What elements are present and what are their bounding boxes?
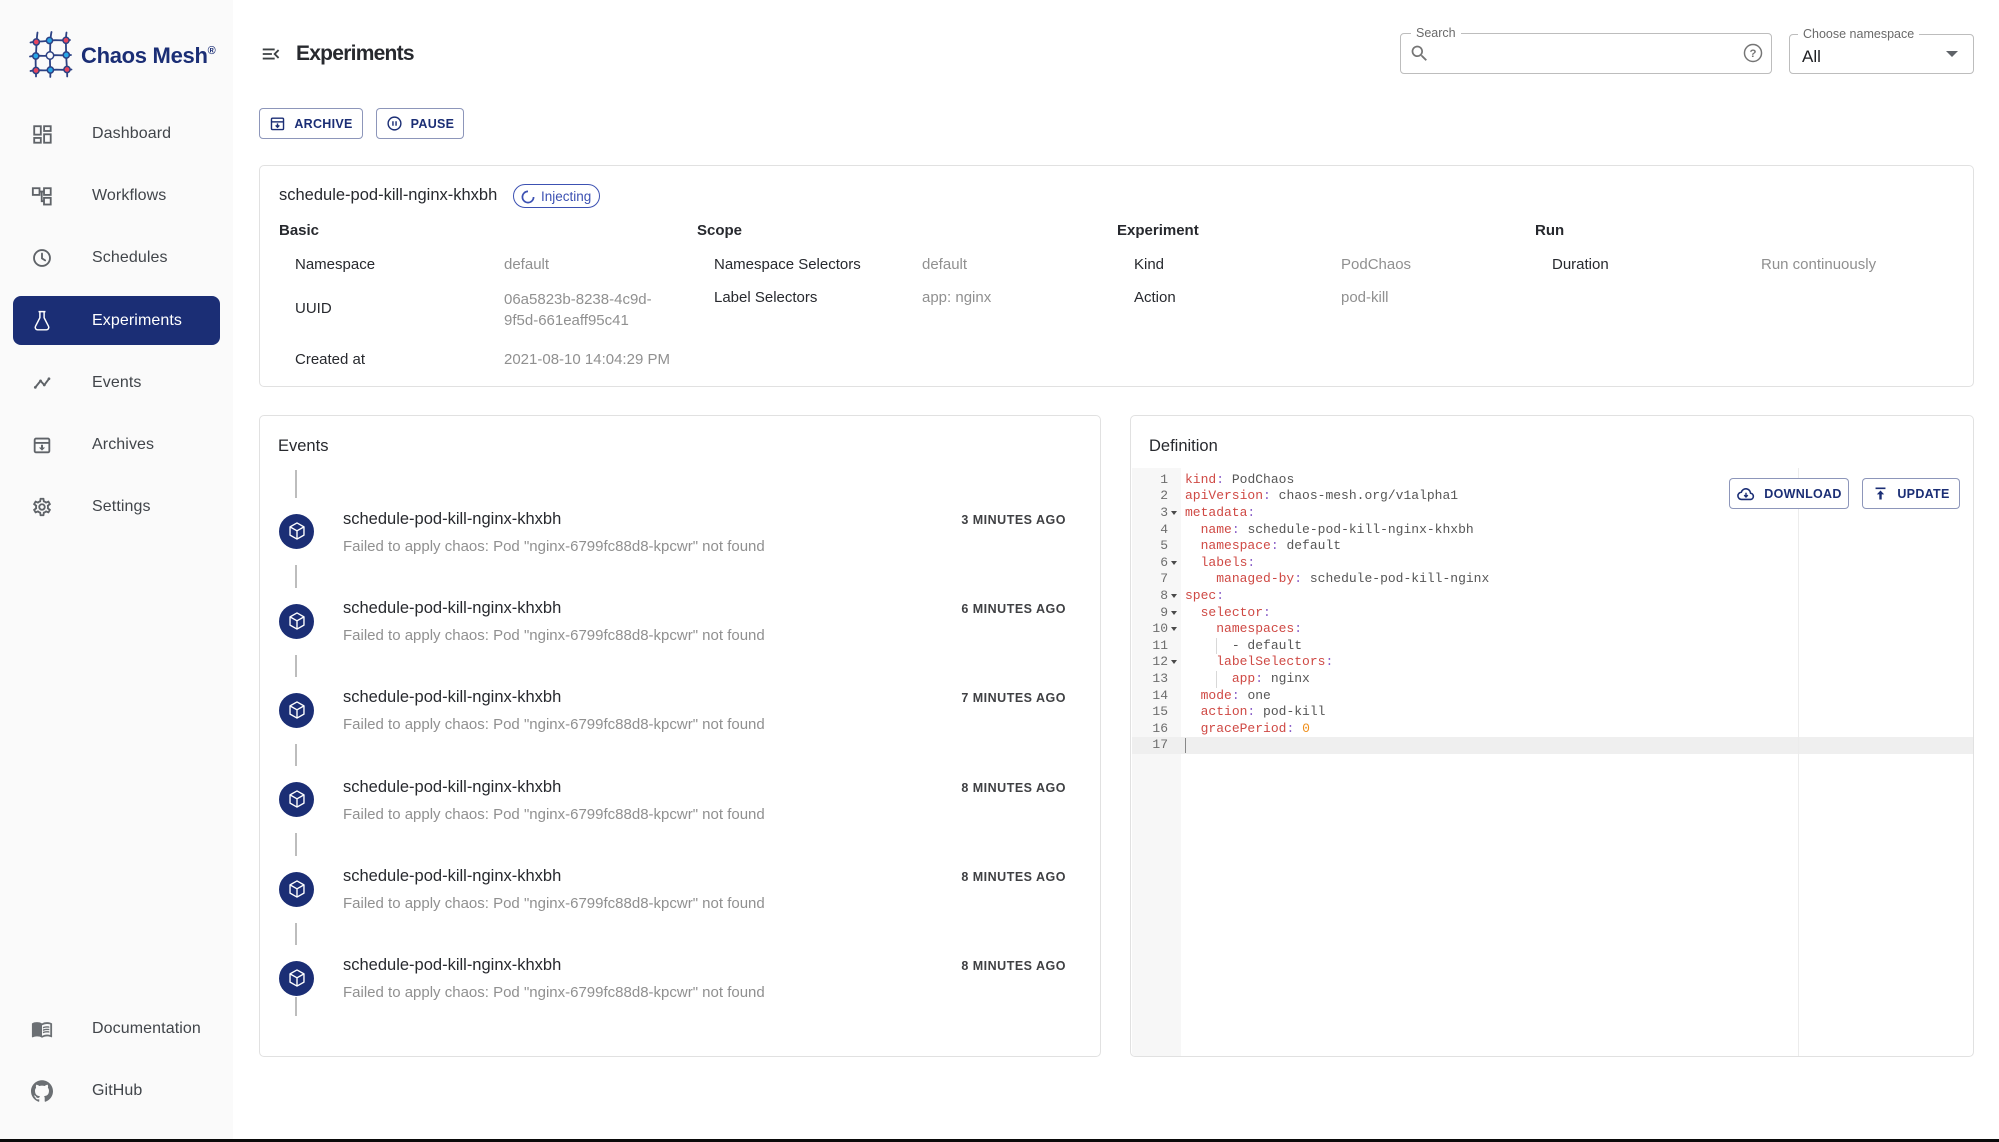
svg-text:?: ? bbox=[1750, 48, 1757, 60]
